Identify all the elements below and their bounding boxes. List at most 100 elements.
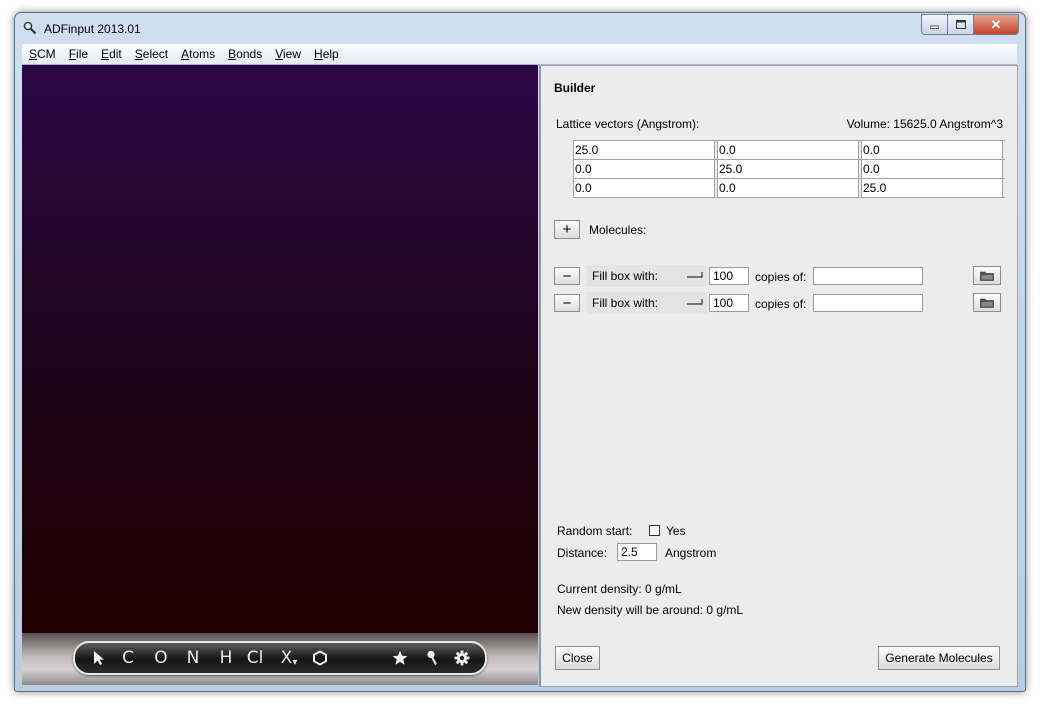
chlorine-tool-button[interactable]: Cl [244,647,266,669]
random-start-checkbox[interactable] [649,525,660,536]
minimize-button[interactable] [921,14,948,35]
bottom-toolbar-area: C O N H Cl X ▾ [22,633,538,685]
window-title: ADFinput 2013.01 [44,22,141,36]
close-button[interactable]: Close [555,646,600,670]
menu-select-label: elect [142,47,169,61]
lattice-cell[interactable]: 25.0 [717,160,859,178]
dropdown-icon [687,272,703,278]
menu-view[interactable]: View [268,47,307,61]
pin-tool-button[interactable] [421,647,443,669]
menu-atoms-mnemonic: A [181,47,190,61]
lattice-row: 0.0 0.0 25.0 [573,179,1005,198]
copies-count-input[interactable]: 100 [709,294,749,312]
generate-molecules-button[interactable]: Generate Molecules [878,646,1000,670]
atom-toolbar: C O N H Cl X ▾ [73,641,487,675]
close-window-button[interactable]: ✕ [974,14,1019,35]
builder-title: Builder [554,81,596,95]
menu-edit-label: dit [109,47,122,61]
menu-bonds[interactable]: Bonds [221,47,268,61]
folder-icon [980,271,994,281]
builder-panel: Builder Lattice vectors (Angstrom): Volu… [539,65,1018,687]
molecule-file-input[interactable] [813,267,923,285]
lattice-row: 0.0 25.0 0.0 [573,160,1005,179]
menu-bar: SCM File Edit Select Atoms Bonds View He… [22,44,1017,65]
menu-bonds-mnemonic: B [228,47,237,61]
menu-edit-mnemonic: E [101,47,110,61]
lattice-cell[interactable]: 0.0 [717,141,859,159]
maximize-button[interactable] [948,14,974,35]
settings-tool-button[interactable] [451,647,473,669]
ring-tool-button[interactable] [309,647,331,669]
add-molecule-button[interactable]: + [554,220,580,239]
menu-scm[interactable]: SCM [22,47,62,61]
distance-label: Distance: [557,546,608,560]
lattice-cell[interactable]: 25.0 [573,141,715,159]
star-icon [392,650,408,665]
copies-of-label: copies of: [755,297,807,311]
lattice-vectors-table: 25.0 0.0 0.0 0.0 25.0 0.0 0.0 0.0 25.0 [573,140,1005,198]
nitrogen-tool-button[interactable]: N [183,647,203,669]
menu-scm-mnemonic: S [29,47,38,61]
select-tool-button[interactable] [89,647,109,669]
carbon-tool-button[interactable]: C [119,647,137,669]
gear-icon [454,650,470,666]
molecule-file-input[interactable] [813,294,923,312]
browse-molecule-button[interactable] [973,293,1001,312]
lattice-vectors-label: Lattice vectors (Angstrom): [556,117,700,131]
menu-file-label: ile [76,47,89,61]
dropdown-arrow-icon: ▾ [292,656,298,668]
menu-select[interactable]: Select [128,47,174,61]
menu-bonds-label: onds [236,47,263,61]
browse-molecule-button[interactable] [973,266,1001,285]
lattice-cell[interactable]: 0.0 [717,179,859,197]
lattice-cell[interactable]: 25.0 [861,179,1003,197]
menu-help-label: elp [322,47,339,61]
fill-box-label: Fill box with: [592,296,659,310]
distance-input[interactable]: 2.5 [617,543,657,561]
menu-help-mnemonic: H [314,47,323,61]
hydrogen-tool-button[interactable]: H [216,647,236,669]
volume-label: Volume: 15625.0 Angstrom^3 [846,117,1003,131]
cursor-arrow-icon [94,651,104,665]
fill-box-dropdown[interactable]: Fill box with: [587,265,707,287]
fill-box-dropdown[interactable]: Fill box with: [587,292,707,314]
pin-icon [427,650,437,665]
menu-edit[interactable]: Edit [94,47,128,61]
minimize-icon [930,25,939,29]
title-bar[interactable]: ADFinput 2013.01 ✕ [15,13,1025,43]
folder-icon [980,298,994,308]
lattice-cell[interactable]: 0.0 [573,160,715,178]
lattice-cell[interactable]: 0.0 [861,160,1003,178]
remove-molecule-button[interactable]: − [554,267,580,285]
lattice-row: 25.0 0.0 0.0 [573,141,1005,160]
menu-file-mnemonic: F [68,47,77,61]
other-element-tool-button[interactable]: X ▾ [276,647,302,669]
lattice-cell[interactable]: 0.0 [573,179,715,197]
remove-molecule-button[interactable]: − [554,294,580,312]
close-icon: ✕ [990,16,1002,32]
lattice-cell[interactable]: 0.0 [861,141,1003,159]
maximize-icon [955,20,966,29]
menu-view-mnemonic: V [275,47,283,61]
random-start-label: Random start: [557,524,633,538]
magnifier-app-icon [23,21,37,35]
current-density-label: Current density: 0 g/mL [557,582,682,596]
copies-count-input[interactable]: 100 [709,267,749,285]
menu-help[interactable]: Help [307,47,345,61]
dropdown-icon [687,299,703,305]
distance-unit-label: Angstrom [665,546,717,560]
menu-scm-label: CM [37,47,56,61]
menu-atoms-label: toms [189,47,216,61]
menu-view-label: iew [283,47,302,61]
molecule-viewport[interactable] [22,65,538,633]
menu-atoms[interactable]: Atoms [174,47,221,61]
new-density-label: New density will be around: 0 g/mL [557,603,744,617]
molecules-label: Molecules: [589,223,647,237]
yes-label: Yes [666,524,686,538]
oxygen-tool-button[interactable]: O [151,647,171,669]
other-element-label: X [280,648,293,668]
fill-box-label: Fill box with: [592,269,659,283]
menu-file[interactable]: File [62,47,94,61]
favorites-tool-button[interactable] [389,647,411,669]
hexagon-ring-icon [313,650,327,666]
